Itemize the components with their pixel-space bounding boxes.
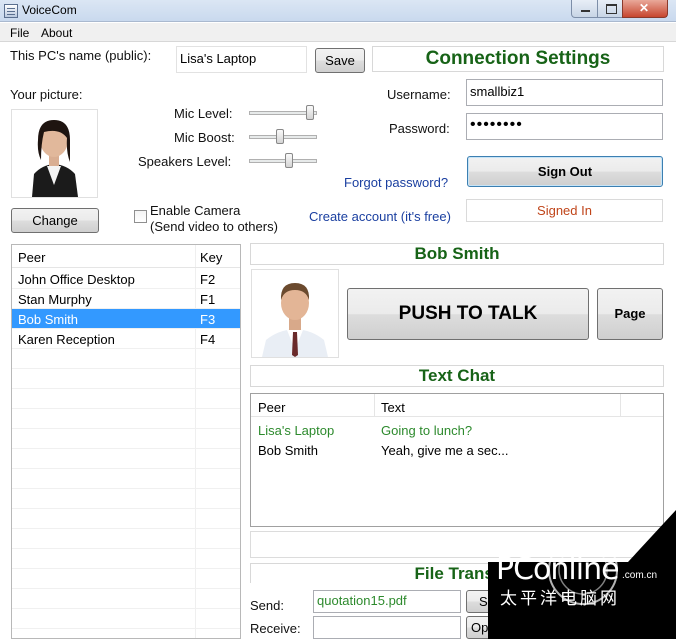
create-account-link[interactable]: Create account (it's free) [309, 209, 451, 224]
peer-row[interactable]: Stan Murphy F1 [12, 289, 240, 309]
mic-boost-label: Mic Boost: [174, 130, 235, 145]
peer-list[interactable]: Peer Key John Office Desktop F2 Stan Mur… [11, 244, 241, 639]
empty-row [12, 609, 240, 629]
mic-boost-slider[interactable] [276, 129, 284, 144]
enable-camera-label: Enable Camera [150, 203, 241, 218]
empty-row [12, 529, 240, 549]
chat-list[interactable]: Peer Text Lisa's Laptop Going to lunch? … [250, 393, 664, 527]
speakers-level-label: Speakers Level: [138, 154, 232, 169]
peer-row-selected[interactable]: Bob Smith F3 [12, 309, 240, 329]
peer-key: F3 [200, 312, 216, 327]
peer-key: F1 [200, 292, 216, 307]
empty-row [12, 349, 240, 369]
empty-row [12, 429, 240, 449]
pc-name-field[interactable]: Lisa's Laptop [176, 46, 307, 73]
empty-row [12, 589, 240, 609]
column-separator [620, 394, 621, 417]
speakers-level-slider[interactable] [285, 153, 293, 168]
peer-name: Karen Reception [18, 332, 115, 347]
peer-row[interactable]: Karen Reception F4 [12, 329, 240, 349]
sign-out-button[interactable]: Sign Out [467, 156, 663, 187]
peer-key: F4 [200, 332, 216, 347]
empty-row [12, 489, 240, 509]
empty-row [12, 449, 240, 469]
menu-about[interactable]: About [41, 26, 72, 40]
peer-key: F2 [200, 272, 216, 287]
chat-message-peer: Bob Smith [258, 443, 318, 458]
enable-camera-checkbox[interactable] [134, 210, 147, 223]
mic-level-slider[interactable] [306, 105, 314, 120]
peer-row[interactable]: John Office Desktop F2 [12, 269, 240, 289]
empty-row [12, 409, 240, 429]
text-chat-header: Text Chat [250, 365, 664, 387]
close-button[interactable] [622, 0, 668, 18]
watermark-domain: .com.cn [622, 570, 658, 581]
sign-in-status: Signed In [466, 199, 663, 222]
speakers-level-track [249, 159, 317, 163]
contact-name-header: Bob Smith [250, 243, 664, 265]
maximize-button[interactable] [597, 0, 623, 18]
user-picture [11, 109, 98, 198]
push-to-talk-button[interactable]: PUSH TO TALK [347, 288, 589, 340]
watermark-text: PConline [496, 552, 620, 587]
mic-level-label: Mic Level: [174, 106, 233, 121]
empty-row [12, 469, 240, 489]
username-label: Username: [387, 87, 451, 102]
chat-list-header [251, 394, 663, 417]
page-button[interactable]: Page [597, 288, 663, 340]
forgot-password-link[interactable]: Forgot password? [344, 175, 448, 190]
app-icon [4, 4, 18, 18]
username-field[interactable]: smallbiz1 [466, 79, 663, 106]
empty-row [12, 509, 240, 529]
pc-name-label: This PC's name (public): [10, 48, 152, 63]
chat-peer-column-header[interactable]: Peer [258, 400, 285, 415]
watermark-chinese: 太平洋电脑网 [500, 589, 620, 608]
chat-text-column-header[interactable]: Text [381, 400, 405, 415]
save-button[interactable]: Save [315, 48, 365, 73]
minimize-button[interactable] [571, 0, 598, 18]
chat-message-text: Yeah, give me a sec... [381, 443, 509, 458]
password-field[interactable]: •••••••• [466, 113, 663, 140]
connection-settings-header: Connection Settings [372, 46, 664, 72]
picture-label: Your picture: [10, 87, 83, 102]
peer-name: Bob Smith [18, 312, 78, 327]
empty-row [12, 549, 240, 569]
peer-name: Stan Murphy [18, 292, 92, 307]
menu-bar [0, 23, 676, 42]
column-separator [374, 394, 375, 417]
peer-column-header[interactable]: Peer [18, 250, 45, 265]
receive-file-field[interactable] [313, 616, 461, 639]
chat-message-text: Going to lunch? [381, 423, 473, 438]
chat-message-peer: Lisa's Laptop [258, 423, 335, 438]
window-title: VoiceCom [22, 3, 77, 17]
receive-label: Receive: [250, 621, 301, 636]
empty-row [12, 569, 240, 589]
peer-name: John Office Desktop [18, 272, 135, 287]
change-picture-button[interactable]: Change [11, 208, 99, 233]
menu-file[interactable]: File [10, 26, 29, 40]
contact-picture [251, 269, 339, 358]
empty-row [12, 369, 240, 389]
password-label: Password: [389, 121, 450, 136]
peer-list-header: Peer Key [12, 245, 240, 268]
send-label: Send: [250, 598, 284, 613]
empty-row [12, 389, 240, 409]
send-file-field[interactable]: quotation15.pdf [313, 590, 461, 613]
key-column-header[interactable]: Key [200, 250, 222, 265]
enable-camera-sublabel: (Send video to others) [150, 219, 278, 234]
